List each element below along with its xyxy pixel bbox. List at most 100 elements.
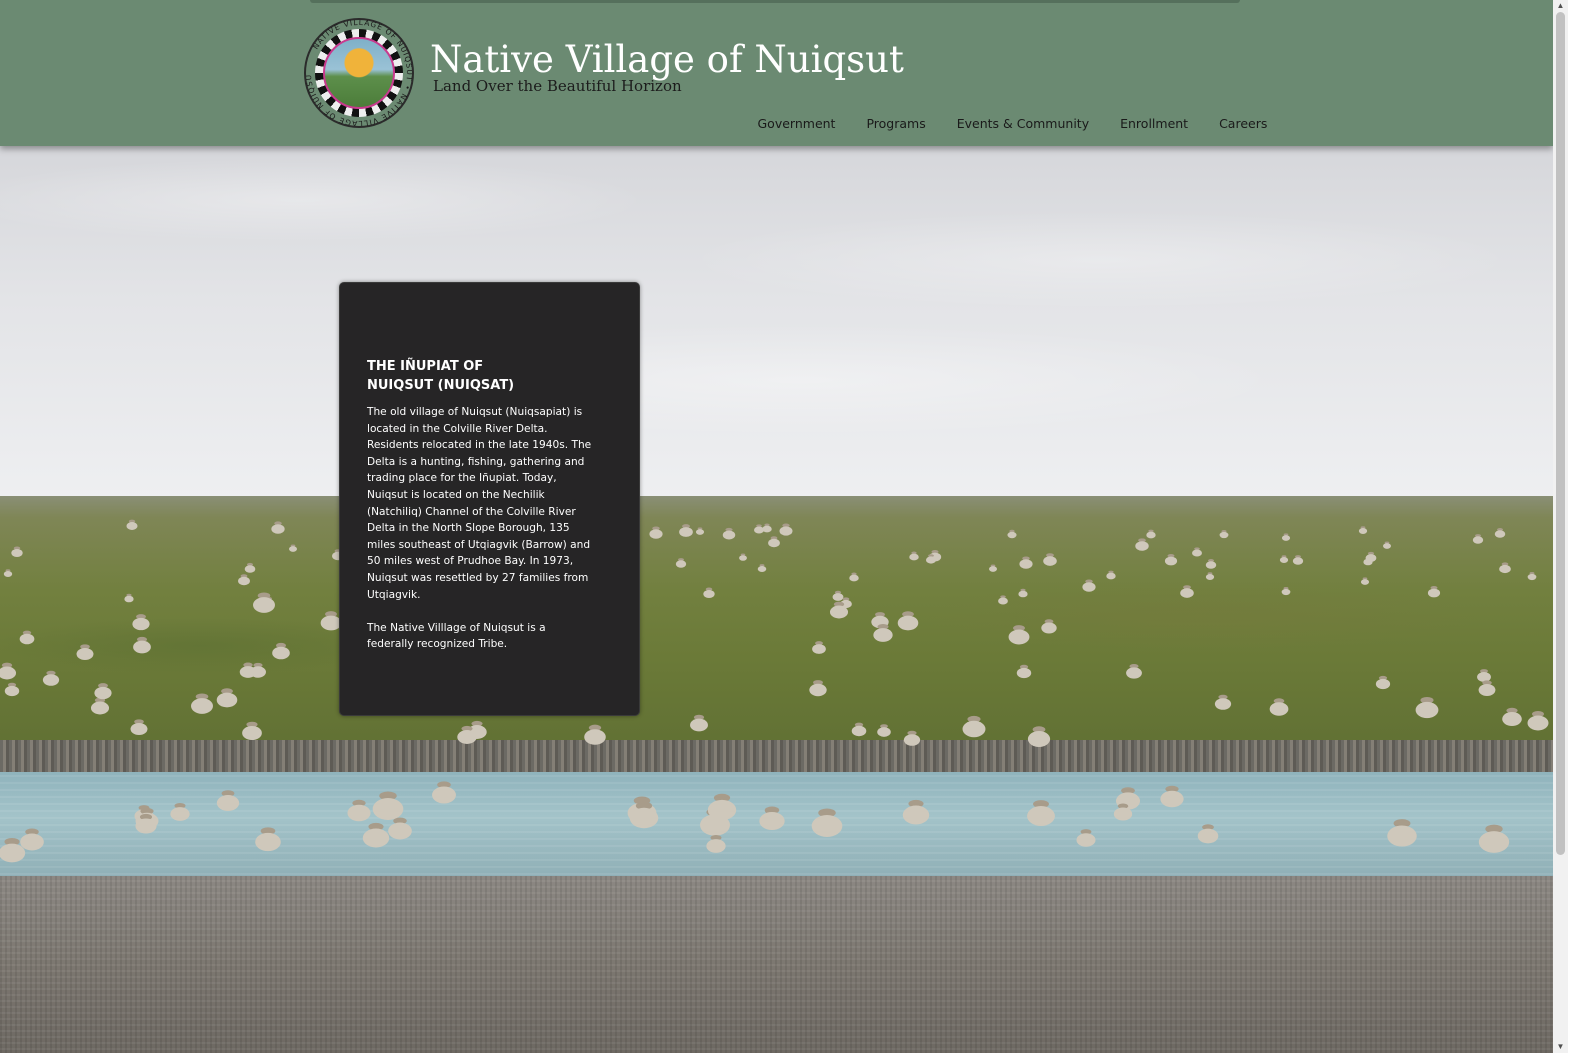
caribou <box>1365 554 1377 562</box>
caribou <box>1472 536 1484 544</box>
caribou <box>126 522 138 530</box>
caribou <box>253 597 275 613</box>
caribou <box>962 720 986 738</box>
caribou <box>1427 588 1441 598</box>
caribou <box>388 822 412 840</box>
site-tagline: Land Over the Beautiful Horizon <box>433 77 682 95</box>
caribou <box>216 692 238 708</box>
caribou <box>11 548 23 558</box>
caribou <box>1214 698 1232 710</box>
main-nav: Government Programs Events & Community E… <box>742 116 1283 134</box>
site-header: NATIVE VILLAGE OF NUIQSUT • NATIVE VILLA… <box>0 0 1553 146</box>
caribou <box>871 615 889 629</box>
caribou <box>216 795 240 811</box>
caribou <box>133 640 151 654</box>
gravel-bank <box>0 876 1568 1053</box>
card-body: The old village of Nuiqsut (Nuiqsapiat) … <box>367 404 592 653</box>
caribou <box>244 565 256 573</box>
caribou <box>1146 531 1156 539</box>
caribou <box>1527 715 1549 731</box>
info-card: THE IÑUPIAT OF NUIQSUT (NUIQSAT) The old… <box>339 282 640 716</box>
river <box>0 772 1568 882</box>
caribou <box>1041 622 1057 634</box>
caribou <box>239 666 257 678</box>
caribou <box>897 615 919 631</box>
caribou <box>124 595 134 603</box>
caribou <box>0 843 26 863</box>
caribou <box>877 727 891 737</box>
caribou <box>902 805 930 825</box>
caribou <box>1387 825 1417 847</box>
caribou <box>362 828 390 848</box>
caribou <box>255 832 281 852</box>
caribou <box>873 628 893 642</box>
nav-item-events-community[interactable]: Events & Community <box>941 116 1104 134</box>
caribou <box>706 839 726 853</box>
caribou <box>94 686 112 700</box>
caribou <box>851 725 867 737</box>
caribou <box>347 804 371 822</box>
site-title[interactable]: Native Village of Nuiqsut <box>430 38 904 81</box>
caribou <box>42 674 60 686</box>
caribou <box>809 683 827 697</box>
caribou <box>584 729 606 745</box>
caribou <box>768 538 780 548</box>
caribou <box>3 571 13 577</box>
caribou <box>1219 531 1229 539</box>
caribou <box>757 565 767 573</box>
nav-item-government[interactable]: Government <box>742 116 851 134</box>
card-title: THE IÑUPIAT OF NUIQSUT (NUIQSAT) <box>367 357 587 395</box>
header-top-edge <box>310 0 1240 3</box>
caribou <box>989 566 997 572</box>
caribou <box>1160 790 1184 808</box>
scroll-thumb[interactable] <box>1556 12 1565 855</box>
nav-item-careers[interactable]: Careers <box>1204 116 1283 134</box>
caribou <box>739 555 747 561</box>
caribou <box>649 529 663 539</box>
caribou <box>675 560 687 568</box>
caribou <box>1477 672 1491 682</box>
caribou <box>271 524 285 534</box>
nav-item-programs[interactable]: Programs <box>851 116 941 134</box>
caribou <box>1007 531 1017 539</box>
caribou <box>1018 590 1028 598</box>
caribou <box>1027 806 1055 826</box>
page-viewport: NATIVE VILLAGE OF NUIQSUT • NATIVE VILLA… <box>0 0 1568 1053</box>
tribal-seal-icon[interactable]: NATIVE VILLAGE OF NUIQSUT • NATIVE VILLA… <box>304 18 414 128</box>
caribou <box>1205 561 1217 569</box>
caribou <box>1527 573 1537 581</box>
scroll-up-arrow-icon[interactable]: ▲ <box>1553 0 1568 12</box>
nav-item-enrollment[interactable]: Enrollment <box>1105 116 1204 134</box>
caribou <box>703 589 715 599</box>
logo-circular-text: NATIVE VILLAGE OF NUIQSUT • NATIVE VILLA… <box>306 20 412 126</box>
caribou <box>1164 556 1178 566</box>
caribou <box>242 725 262 741</box>
caribou <box>19 633 35 645</box>
caribou <box>1082 582 1096 592</box>
caribou <box>1180 588 1194 598</box>
caribou <box>909 553 919 561</box>
caribou <box>707 799 737 821</box>
caribou <box>272 646 290 660</box>
caribou <box>457 730 477 744</box>
caribou <box>432 786 456 804</box>
vertical-scrollbar[interactable]: ▲ ▼ <box>1553 0 1568 1053</box>
caribou <box>135 818 157 834</box>
caribou <box>998 597 1008 605</box>
caribou <box>849 574 859 582</box>
caribou <box>1269 702 1289 716</box>
caribou <box>1106 572 1116 580</box>
caribou <box>925 556 937 564</box>
caribou <box>1016 667 1032 679</box>
caribou <box>76 647 94 661</box>
caribou <box>812 644 826 654</box>
caribou <box>1281 535 1291 541</box>
caribou <box>1415 701 1439 719</box>
caribou <box>1279 557 1289 563</box>
caribou <box>1205 574 1215 580</box>
caribou <box>191 698 213 714</box>
caribou <box>1027 731 1051 747</box>
caribou <box>1478 684 1496 696</box>
scroll-down-arrow-icon[interactable]: ▼ <box>1553 1041 1568 1053</box>
caribou <box>1499 564 1511 574</box>
